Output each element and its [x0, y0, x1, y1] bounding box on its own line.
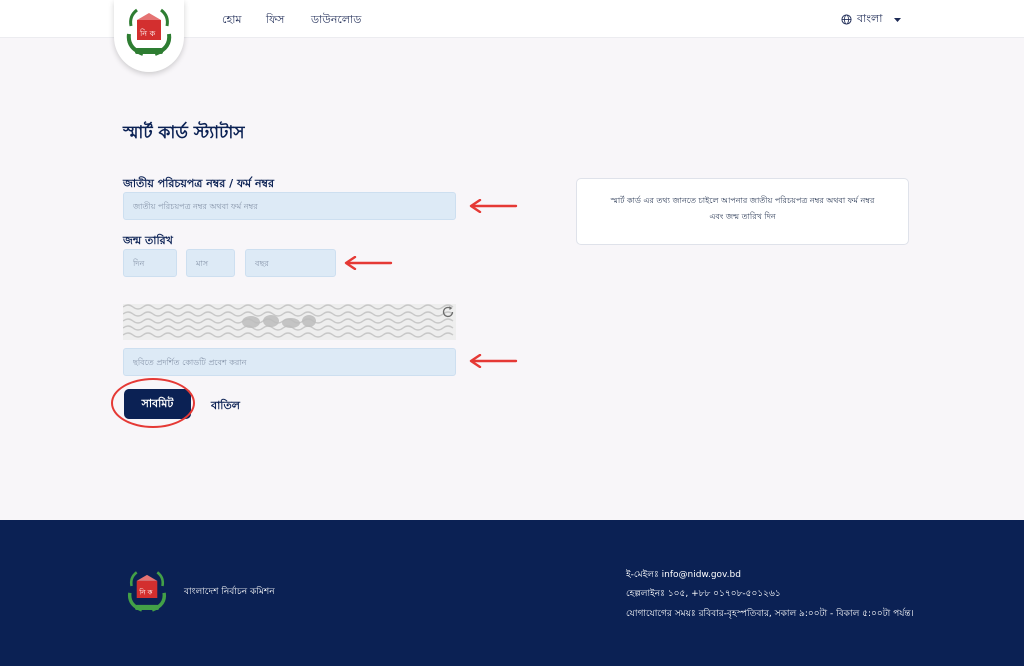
- nav-download[interactable]: ডাউনলোড: [311, 11, 361, 30]
- footer-email: ই-মেইলঃ info@nidw.gov.bd: [626, 570, 741, 580]
- footer-hours: যোগাযোগের সময়ঃ রবিবার-বৃহস্পতিবার, সকাল…: [626, 609, 914, 619]
- dob-month-input[interactable]: [186, 249, 235, 277]
- info-box: স্মার্ট কার্ড এর তথ্য জানতে চাইলে আপনার …: [576, 178, 909, 245]
- language-selector[interactable]: বাংলা: [841, 10, 902, 29]
- captcha-input[interactable]: [123, 348, 456, 376]
- nav-fees[interactable]: ফিস: [266, 11, 284, 30]
- submit-button[interactable]: সাবমিট: [124, 389, 191, 419]
- footer-helpline: হেল্পলাইনঃ ১০৫, +৮৮ ০১৭০৮-৫০১২৬১: [626, 589, 781, 599]
- refresh-captcha-icon[interactable]: [441, 305, 455, 319]
- dob-year-input[interactable]: [245, 249, 336, 277]
- cancel-button[interactable]: বাতিল: [211, 397, 240, 416]
- svg-text:নি ক: নি ক: [138, 589, 152, 597]
- footer: নি ক বাংলাদেশ নির্বাচন কমিশন ই-মেইলঃ inf…: [0, 520, 1024, 666]
- captcha-image: [123, 304, 456, 340]
- caret-down-icon: [894, 17, 902, 22]
- svg-text:নি ক: নি ক: [139, 29, 156, 38]
- footer-org-name: বাংলাদেশ নির্বাচন কমিশন: [184, 587, 275, 597]
- annotation-arrow-icon: [344, 256, 393, 270]
- info-text: স্মার্ট কার্ড এর তথ্য জানতে চাইলে আপনার …: [610, 196, 875, 221]
- footer-logo: নি ক: [127, 571, 167, 612]
- election-commission-logo[interactable]: নি ক: [114, 0, 184, 72]
- annotation-arrow-icon: [469, 199, 518, 213]
- page-title: স্মার্ট কার্ড স্ট্যাটাস: [123, 123, 245, 143]
- dob-day-input[interactable]: [123, 249, 177, 277]
- globe-icon: [841, 14, 852, 25]
- nav-home[interactable]: হোম: [222, 11, 242, 30]
- language-label: বাংলা: [857, 12, 883, 25]
- annotation-arrow-icon: [469, 354, 518, 368]
- nid-input[interactable]: [123, 192, 456, 220]
